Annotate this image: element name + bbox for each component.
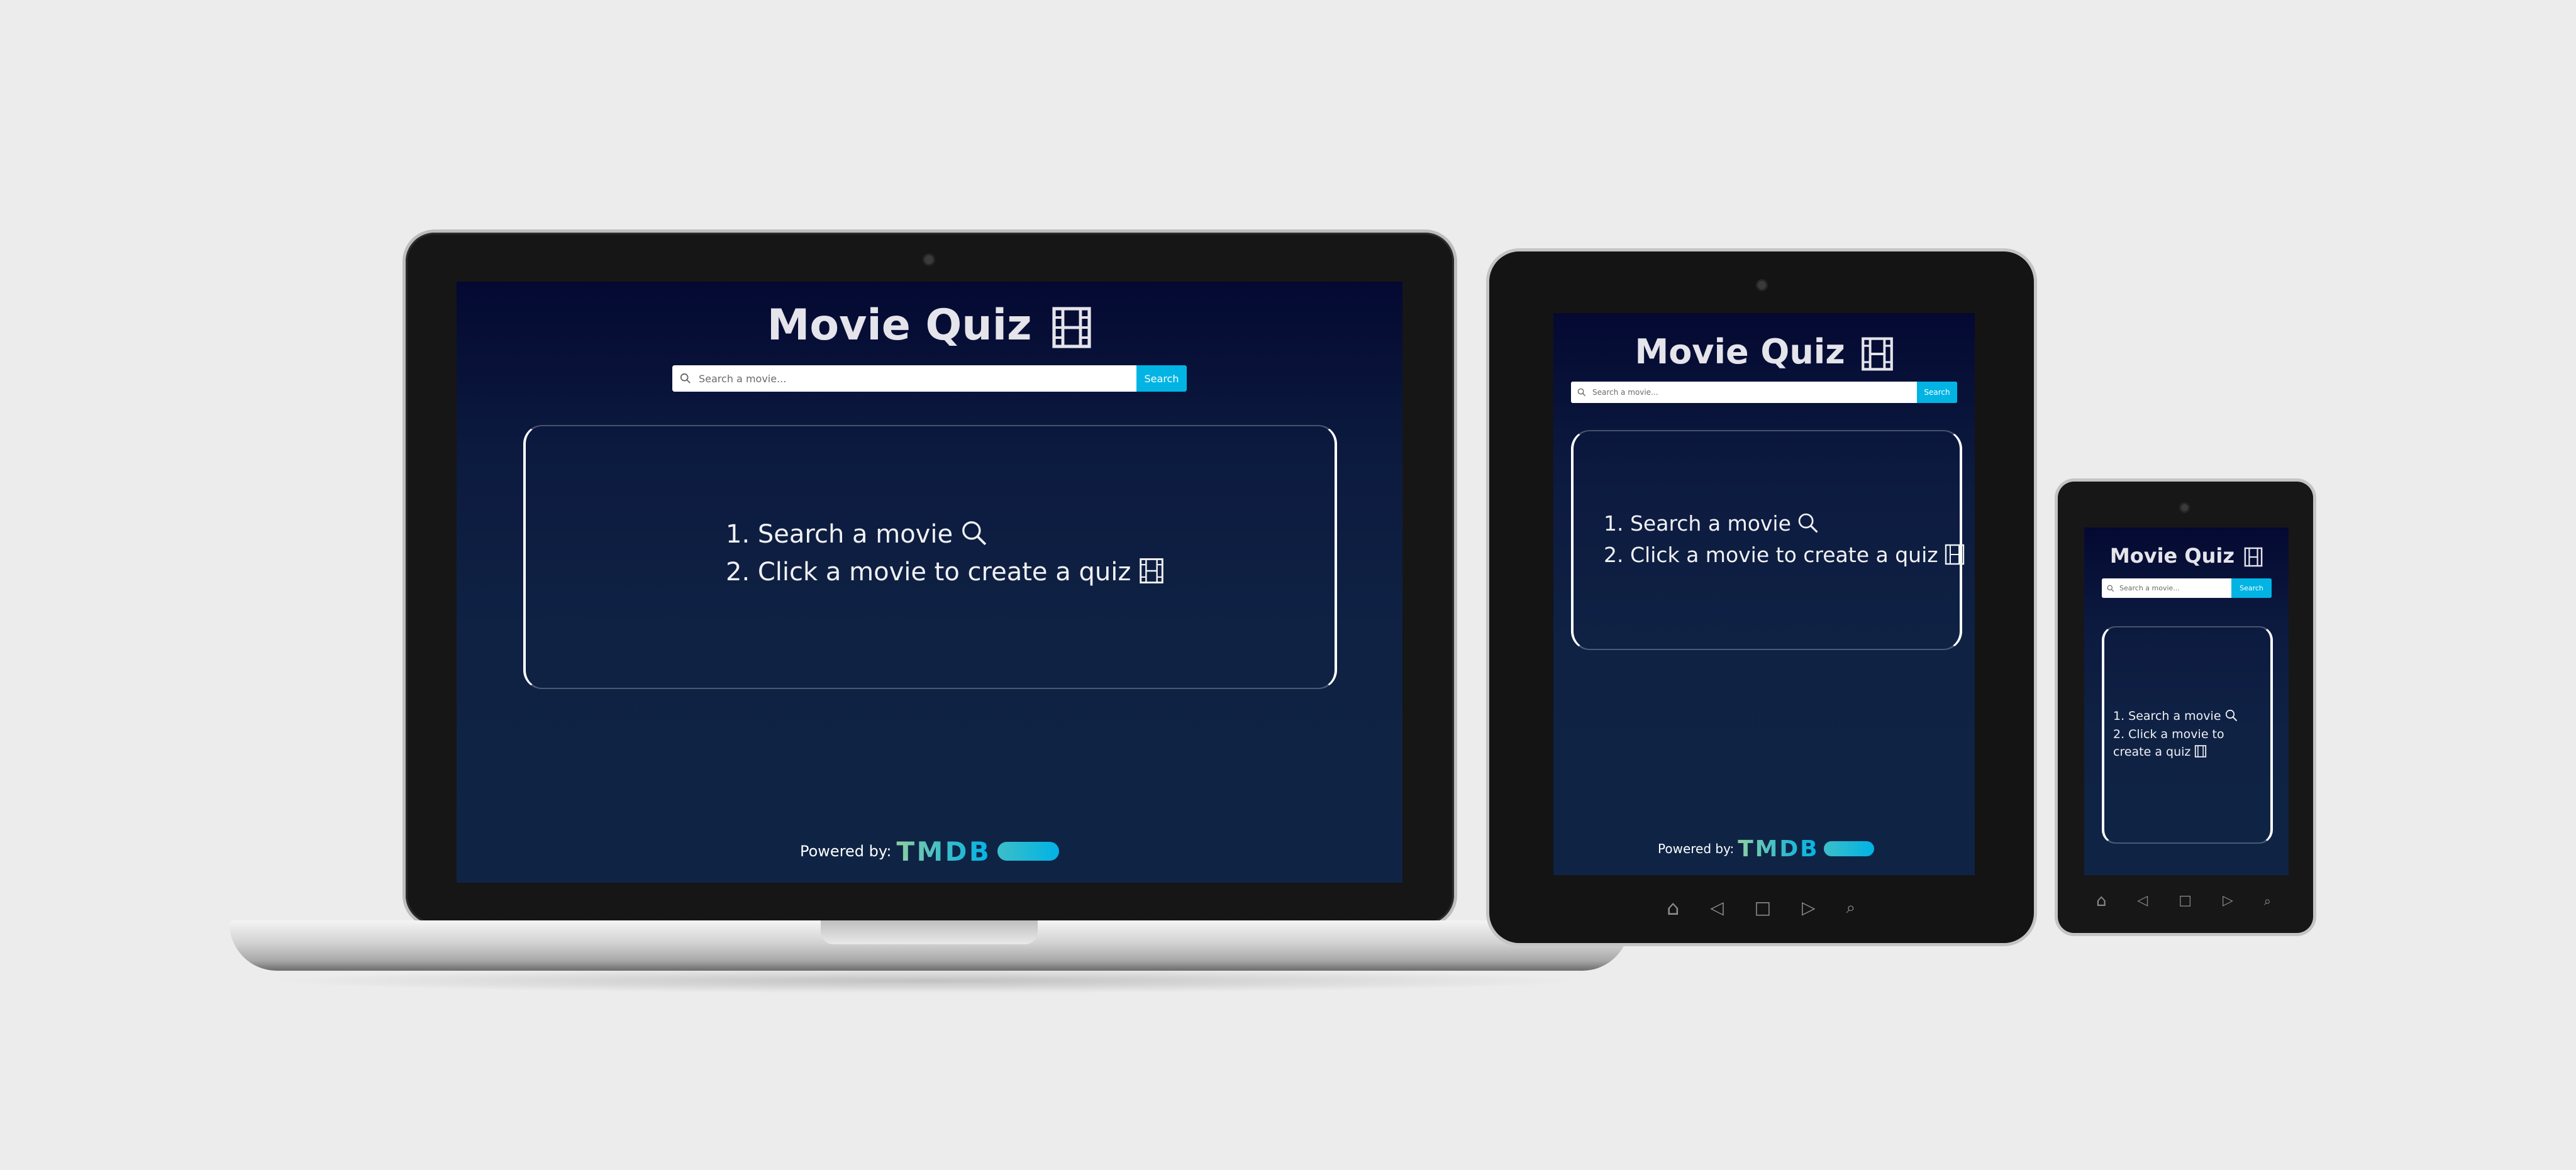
instruction-step-1-text: 1. Search a movie <box>1604 511 1791 536</box>
phone-screen: Movie Quiz Search 1. Search a movie 2. C… <box>2084 527 2289 875</box>
instructions-list: 1. Search a movie 2. Click a movie to cr… <box>726 516 1164 591</box>
back-icon[interactable]: ◁ <box>1710 899 1724 917</box>
forward-icon[interactable]: ▷ <box>1802 899 1816 917</box>
instruction-step-2: 2. Click a movie to create a quiz <box>1604 539 1965 571</box>
recent-apps-icon[interactable]: □ <box>2179 894 2192 908</box>
search-icon[interactable]: ⌕ <box>2264 895 2271 907</box>
instruction-step-1-text: 1. Search a movie <box>726 520 953 549</box>
search-bar: Search <box>672 365 1187 392</box>
search-bar: Search <box>1571 382 1957 403</box>
search-button[interactable]: Search <box>1136 365 1187 392</box>
powered-by-label: Powered by: <box>800 842 892 860</box>
forward-icon[interactable]: ▷ <box>2223 894 2233 908</box>
laptop-screen: Movie Quiz Search 1. Search a movie 2. C… <box>457 282 1402 883</box>
app-title: Movie Quiz <box>457 301 1402 350</box>
search-icon <box>672 365 699 392</box>
search-button[interactable]: Search <box>1917 382 1957 403</box>
home-icon[interactable]: ⌂ <box>2096 893 2107 909</box>
search-button[interactable]: Search <box>2231 578 2272 598</box>
search-icon <box>2225 709 2237 722</box>
instruction-step-1-text: 1. Search a movie <box>2113 709 2221 723</box>
search-icon <box>2102 578 2119 598</box>
instruction-step-2-text: 2. Click a movie to create a quiz <box>2113 727 2224 759</box>
instruction-step-1: 1. Search a movie <box>1604 508 1965 539</box>
laptop-hinge-notch <box>821 920 1038 944</box>
powered-by: Powered by: TMDB <box>1658 836 1875 862</box>
tmdb-logo-pill <box>997 842 1060 861</box>
search-input[interactable] <box>699 365 1136 392</box>
instruction-step-1: 1. Search a movie <box>2113 707 2264 726</box>
search-input[interactable] <box>1592 382 1917 403</box>
app-title: Movie Quiz <box>2084 544 2289 568</box>
tablet-screen: Movie Quiz Search 1. Search a movie 2. C… <box>1553 313 1975 875</box>
app-title-text: Movie Quiz <box>767 301 1032 350</box>
instructions-list: 1. Search a movie 2. Click a movie to cr… <box>2113 707 2264 761</box>
app-title-text: Movie Quiz <box>1635 332 1845 372</box>
tablet-nav-bar: ⌂ ◁ □ ▷ ⌕ <box>1667 895 1855 920</box>
film-icon <box>2195 745 2207 758</box>
search-icon[interactable]: ⌕ <box>1846 900 1855 916</box>
recent-apps-icon[interactable]: □ <box>1755 899 1771 917</box>
film-icon <box>1861 337 1893 371</box>
phone-nav-bar: ⌂ ◁ □ ▷ ⌕ <box>2096 890 2271 912</box>
powered-by-label: Powered by: <box>1658 841 1735 856</box>
film-icon <box>2244 547 2263 567</box>
instruction-step-2: 2. Click a movie to create a quiz <box>2113 726 2264 761</box>
instruction-step-2-text: 2. Click a movie to create a quiz <box>726 558 1131 587</box>
laptop-camera <box>924 255 933 264</box>
search-icon <box>1571 382 1592 403</box>
app-title-text: Movie Quiz <box>2109 544 2235 568</box>
search-bar: Search <box>2102 578 2272 598</box>
search-input[interactable] <box>2119 578 2231 598</box>
tablet-camera <box>1758 281 1766 289</box>
film-icon <box>1140 558 1163 584</box>
instructions-list: 1. Search a movie 2. Click a movie to cr… <box>1604 508 1965 570</box>
instruction-step-2: 2. Click a movie to create a quiz <box>726 553 1164 591</box>
film-icon <box>1052 307 1091 349</box>
powered-by: Powered by: TMDB <box>800 836 1060 867</box>
app-title: Movie Quiz <box>1553 332 1975 372</box>
home-icon[interactable]: ⌂ <box>1667 898 1679 918</box>
search-icon <box>1799 513 1818 533</box>
tmdb-logo-pill <box>1824 841 1875 856</box>
laptop-shadow <box>264 968 1591 993</box>
tmdb-logo-text[interactable]: TMDB <box>896 836 991 867</box>
instruction-step-2-text: 2. Click a movie to create a quiz <box>1604 542 1938 567</box>
back-icon[interactable]: ◁ <box>2137 894 2148 908</box>
instruction-step-1: 1. Search a movie <box>726 516 1164 553</box>
film-icon <box>1945 544 1965 565</box>
phone-camera <box>2181 504 2188 511</box>
tmdb-logo-text[interactable]: TMDB <box>1738 836 1819 862</box>
search-icon <box>962 521 986 546</box>
